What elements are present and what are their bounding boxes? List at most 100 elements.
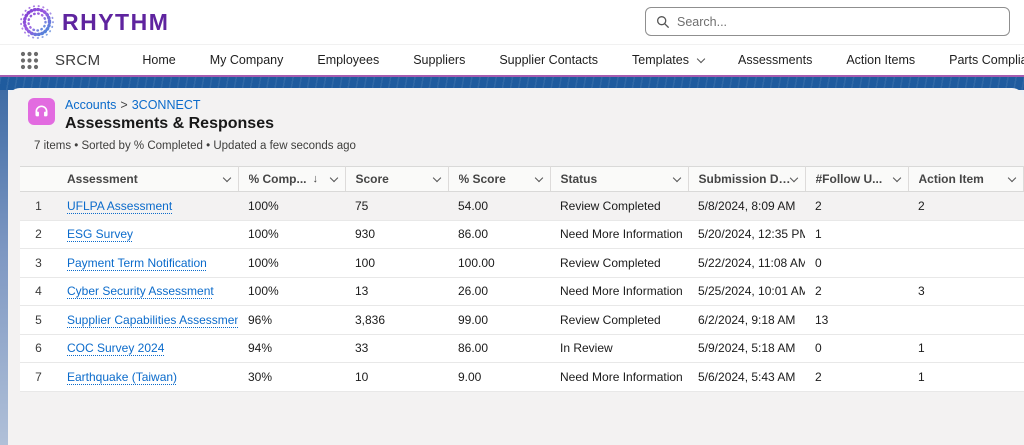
app-launcher-icon[interactable]	[20, 51, 39, 70]
list-summary: 7 items • Sorted by % Completed • Update…	[34, 140, 1024, 152]
pct-completed-cell: 100%	[238, 192, 345, 221]
nav-item[interactable]: Action Items	[846, 53, 915, 67]
breadcrumb: Accounts >3CONNECT	[65, 98, 274, 113]
pct-completed-cell: 100%	[238, 249, 345, 278]
assessment-link[interactable]: COC Survey 2024	[67, 341, 164, 355]
table-row[interactable]: 6 COC Survey 2024 94% 33 86.00 In Review…	[20, 334, 1024, 363]
chevron-down-icon[interactable]	[222, 174, 230, 182]
chevron-down-icon[interactable]	[1008, 174, 1016, 182]
pct-completed-cell: 96%	[238, 306, 345, 335]
score-cell: 75	[345, 192, 448, 221]
pct-score-cell: 100.00	[448, 249, 550, 278]
column-header[interactable]: Score	[345, 167, 448, 192]
row-number: 4	[20, 277, 57, 306]
nav-item[interactable]: Templates	[632, 53, 704, 67]
row-number: 7	[20, 363, 57, 392]
score-cell: 100	[345, 249, 448, 278]
column-header[interactable]: % Score	[448, 167, 550, 192]
nav-item[interactable]: Home	[142, 53, 175, 67]
table-row[interactable]: 1 UFLPA Assessment 100% 75 54.00 Review …	[20, 192, 1024, 221]
top-bar: RHYTHM	[0, 0, 1024, 44]
table-row[interactable]: 2 ESG Survey 100% 930 86.00 Need More In…	[20, 220, 1024, 249]
assessment-link[interactable]: Earthquake (Taiwan)	[67, 370, 177, 384]
pct-score-cell: 86.00	[448, 220, 550, 249]
nav-items: Home My Company Employees Suppliers Supp…	[142, 53, 1024, 67]
row-number: 3	[20, 249, 57, 278]
status-cell: Review Completed	[550, 249, 688, 278]
follow-ups-cell: 2	[805, 363, 908, 392]
chevron-down-icon[interactable]	[892, 174, 900, 182]
pct-score-cell: 26.00	[448, 277, 550, 306]
chevron-down-icon[interactable]	[534, 174, 542, 182]
table-row[interactable]: 5 Supplier Capabilities Assessment 96% 3…	[20, 306, 1024, 335]
global-search[interactable]	[645, 7, 1010, 36]
sort-descending-icon: ↓	[313, 173, 319, 185]
search-input[interactable]	[677, 15, 999, 29]
nav-item[interactable]: Assessments	[738, 53, 812, 67]
column-header[interactable]: Status	[550, 167, 688, 192]
brand-name: RHYTHM	[62, 9, 169, 36]
chevron-down-icon[interactable]	[329, 174, 337, 182]
status-cell: In Review	[550, 334, 688, 363]
action-items-cell: 3	[908, 277, 1024, 306]
column-header[interactable]: #Follow U...	[805, 167, 908, 192]
table-row[interactable]: 7 Earthquake (Taiwan) 30% 10 9.00 Need M…	[20, 363, 1024, 392]
breadcrumb-link-account-name[interactable]: 3CONNECT	[132, 98, 201, 112]
submission-date-cell: 5/6/2024, 5:43 AM	[688, 363, 805, 392]
content-panel: Accounts >3CONNECT Assessments & Response…	[8, 88, 1024, 445]
brand-logo: RHYTHM	[18, 3, 169, 41]
submission-date-cell: 5/22/2024, 11:08 AM	[688, 249, 805, 278]
submission-date-cell: 5/9/2024, 5:18 AM	[688, 334, 805, 363]
score-cell: 3,836	[345, 306, 448, 335]
status-cell: Review Completed	[550, 192, 688, 221]
row-number: 2	[20, 220, 57, 249]
assessment-link[interactable]: UFLPA Assessment	[67, 199, 172, 213]
page-title: Assessments & Responses	[65, 115, 274, 133]
submission-date-cell: 6/2/2024, 9:18 AM	[688, 306, 805, 335]
chevron-down-icon	[697, 55, 705, 63]
follow-ups-cell: 2	[805, 277, 908, 306]
pct-completed-cell: 94%	[238, 334, 345, 363]
nav-item[interactable]: Employees	[317, 53, 379, 67]
status-cell: Need More Information	[550, 220, 688, 249]
action-items-cell	[908, 220, 1024, 249]
assessment-link[interactable]: Payment Term Notification	[67, 256, 207, 270]
status-cell: Need More Information	[550, 363, 688, 392]
follow-ups-cell: 13	[805, 306, 908, 335]
assessment-link[interactable]: Cyber Security Assessment	[67, 284, 214, 298]
pct-completed-cell: 30%	[238, 363, 345, 392]
nav-item[interactable]: My Company	[210, 53, 284, 67]
breadcrumb-separator: >	[120, 98, 127, 112]
chevron-down-icon[interactable]	[432, 174, 440, 182]
assessment-link[interactable]: Supplier Capabilities Assessment	[67, 313, 238, 327]
left-stripe	[0, 90, 8, 445]
pct-score-cell: 86.00	[448, 334, 550, 363]
status-cell: Review Completed	[550, 306, 688, 335]
pct-score-cell: 99.00	[448, 306, 550, 335]
table-row[interactable]: 4 Cyber Security Assessment 100% 13 26.0…	[20, 277, 1024, 306]
score-cell: 33	[345, 334, 448, 363]
app-nav-bar: SRCM Home My Company Employees Suppliers…	[0, 44, 1024, 75]
column-header[interactable]: Assessment	[57, 167, 238, 192]
chevron-down-icon[interactable]	[672, 174, 680, 182]
column-header[interactable]: % Comp... ↓	[238, 167, 345, 192]
nav-item[interactable]: Suppliers	[413, 53, 465, 67]
action-items-cell: 2	[908, 192, 1024, 221]
nav-item[interactable]: Parts Compliance	[949, 53, 1024, 67]
search-icon	[656, 15, 670, 29]
assessments-object-icon	[28, 98, 55, 125]
action-items-cell	[908, 306, 1024, 335]
nav-item[interactable]: Supplier Contacts	[499, 53, 598, 67]
assessment-link[interactable]: ESG Survey	[67, 227, 133, 241]
follow-ups-cell: 1	[805, 220, 908, 249]
column-header[interactable]: Submission Date	[688, 167, 805, 192]
column-header[interactable]: Action Item	[908, 167, 1024, 192]
follow-ups-cell: 2	[805, 192, 908, 221]
breadcrumb-link-accounts[interactable]: Accounts	[65, 98, 116, 112]
row-number: 1	[20, 192, 57, 221]
table-row[interactable]: 3 Payment Term Notification 100% 100 100…	[20, 249, 1024, 278]
action-items-cell: 1	[908, 334, 1024, 363]
pct-score-cell: 54.00	[448, 192, 550, 221]
submission-date-cell: 5/20/2024, 12:35 PM	[688, 220, 805, 249]
rhythm-logo-icon	[18, 3, 56, 41]
